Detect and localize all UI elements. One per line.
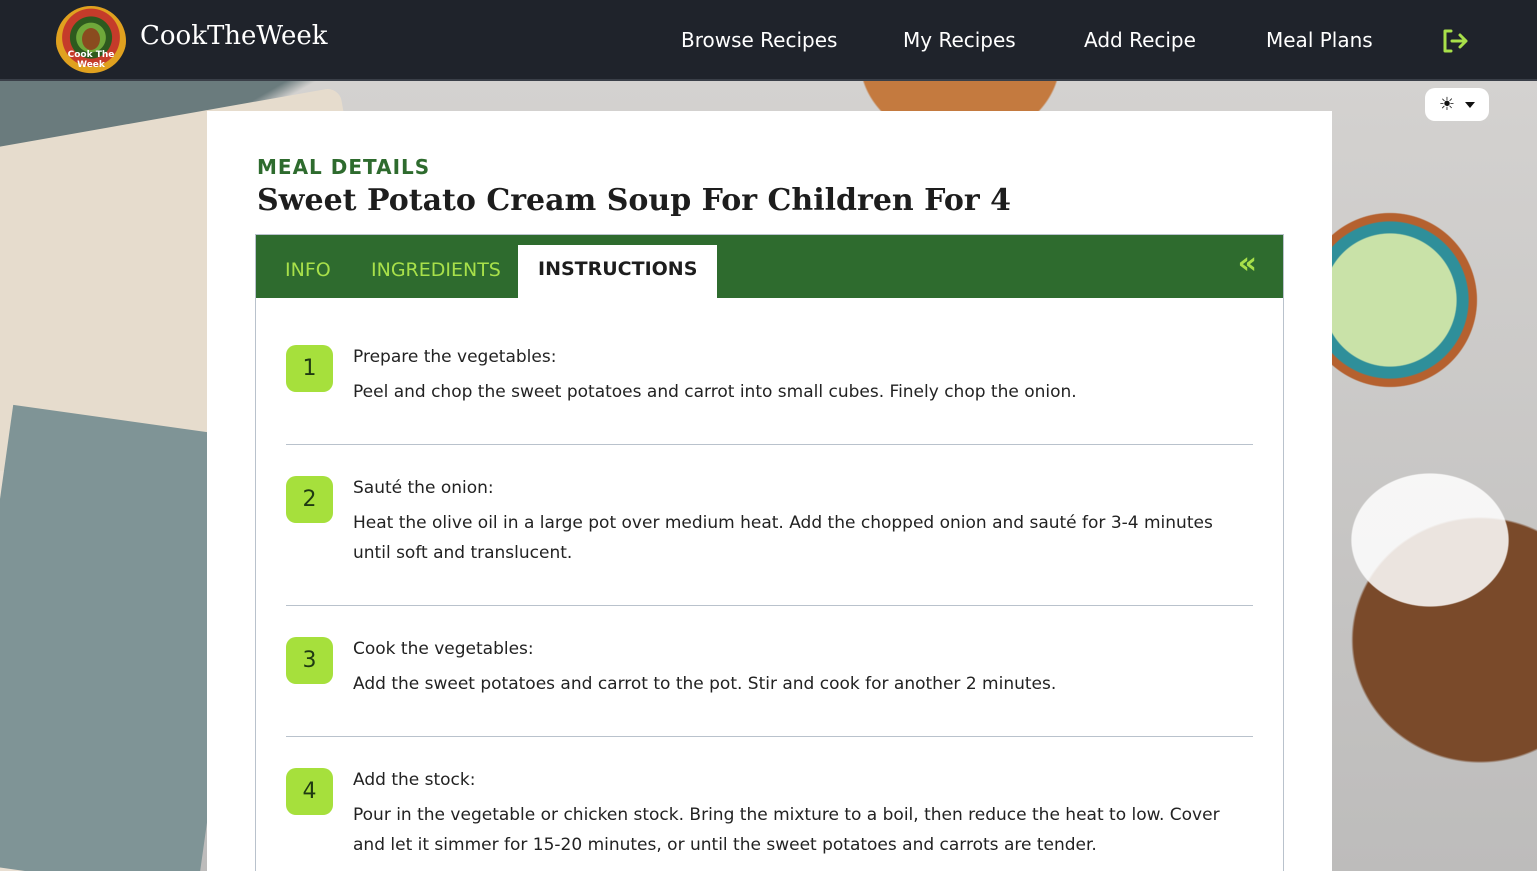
step-body: Heat the olive oil in a large pot over m…: [353, 513, 1213, 563]
tabs-panel: INFO INGREDIENTS INSTRUCTIONS « 1 Prepar…: [255, 234, 1284, 871]
nav-browse-recipes[interactable]: Browse Recipes: [681, 28, 837, 52]
page-title: Sweet Potato Cream Soup For Children For…: [257, 183, 1011, 218]
nav-meal-plans[interactable]: Meal Plans: [1266, 28, 1373, 52]
theme-toggle[interactable]: ☀: [1425, 88, 1489, 121]
tab-info[interactable]: INFO: [285, 259, 331, 281]
nav-my-recipes[interactable]: My Recipes: [903, 28, 1016, 52]
avocado-logo-icon: Cook The Week: [56, 6, 126, 76]
brand-name: CookTheWeek: [140, 21, 328, 51]
section-eyebrow: MEAL DETAILS: [257, 155, 431, 179]
step-number: 2: [286, 476, 333, 523]
nav-add-recipe[interactable]: Add Recipe: [1084, 28, 1196, 52]
step-divider: [286, 605, 1253, 606]
sun-icon: ☀: [1438, 93, 1456, 115]
step-number: 1: [286, 345, 333, 392]
tab-instructions[interactable]: INSTRUCTIONS: [518, 245, 718, 298]
caret-down-icon: [1465, 101, 1476, 108]
logo-text: Cook The Week: [67, 50, 115, 70]
tab-ingredients[interactable]: INGREDIENTS: [371, 259, 501, 281]
top-navbar: Cook The Week CookTheWeek Browse Recipes…: [0, 0, 1537, 81]
step-number: 3: [286, 637, 333, 684]
tab-bar: INFO INGREDIENTS INSTRUCTIONS «: [256, 235, 1283, 298]
step-heading: Cook the vegetables:: [353, 639, 534, 659]
step-body: Pour in the vegetable or chicken stock. …: [353, 805, 1220, 855]
brand[interactable]: Cook The Week CookTheWeek: [56, 6, 328, 76]
step-heading: Prepare the vegetables:: [353, 347, 557, 367]
logout-icon[interactable]: [1441, 28, 1469, 54]
step-divider: [286, 736, 1253, 737]
step-number: 4: [286, 768, 333, 815]
step-heading: Sauté the onion:: [353, 478, 494, 498]
logo-pit: [82, 28, 100, 50]
step-body: Add the sweet potatoes and carrot to the…: [353, 674, 1057, 694]
step-body: Peel and chop the sweet potatoes and car…: [353, 382, 1077, 402]
step-divider: [286, 444, 1253, 445]
step-heading: Add the stock:: [353, 770, 476, 790]
double-chevron-left-icon[interactable]: «: [1238, 249, 1257, 279]
meal-details-card: MEAL DETAILS Sweet Potato Cream Soup For…: [207, 111, 1332, 871]
